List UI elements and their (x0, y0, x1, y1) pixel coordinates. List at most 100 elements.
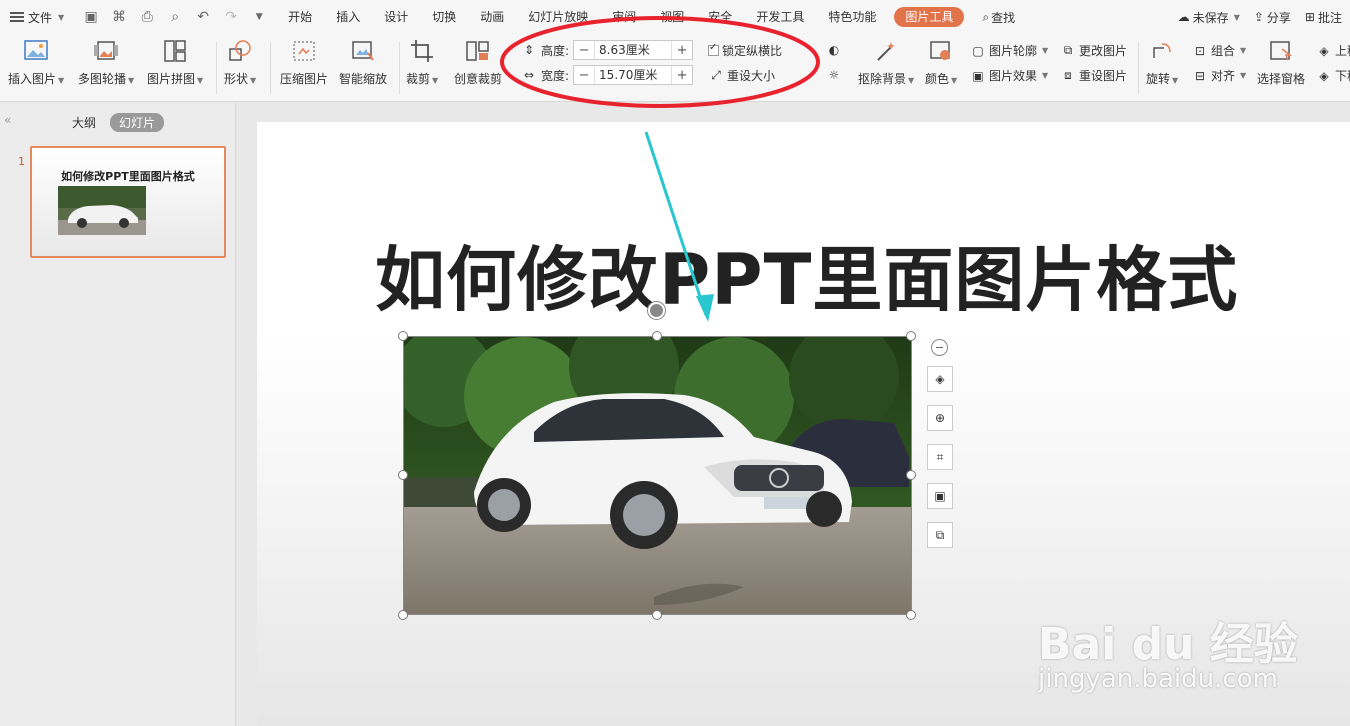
shape-icon (227, 38, 253, 64)
outline-icon: ▢ (972, 43, 984, 58)
layers-tool-button[interactable]: ◈ (927, 366, 953, 392)
decrease-height-button[interactable]: − (574, 43, 594, 58)
height-field[interactable]: − 8.63厘米 + (573, 40, 694, 60)
width-field[interactable]: − 15.70厘米 + (573, 65, 694, 85)
resize-handle-bottom-left[interactable] (398, 610, 408, 620)
tab-view[interactable]: 视图 (648, 0, 696, 34)
crop-tool-button[interactable]: ⌗ (927, 444, 953, 470)
swap-image-tool-button[interactable]: ⧉ (927, 522, 953, 548)
frame-icon: ▣ (934, 489, 946, 503)
search-button[interactable]: ⌕ 查找 (970, 9, 1027, 26)
tab-developer[interactable]: 开发工具 (744, 0, 816, 34)
separator (1138, 42, 1139, 94)
tab-security[interactable]: 安全 (696, 0, 744, 34)
reset-size-button[interactable]: ⤢ 重设大小 (708, 67, 775, 84)
reset-size-label: 重设大小 (727, 69, 776, 83)
collage-icon (162, 38, 188, 64)
creative-crop-icon (465, 38, 491, 64)
resize-handle-left[interactable] (398, 470, 408, 480)
tab-outline[interactable]: 大纲 (72, 114, 96, 131)
redo-icon[interactable]: ↷ (222, 9, 240, 25)
undo-icon[interactable]: ↶ (194, 9, 212, 25)
zoom-tool-button[interactable]: ⊕ (927, 405, 953, 431)
resize-handle-bottom-right[interactable] (906, 610, 916, 620)
file-menu[interactable]: 文件 ▼ (0, 0, 74, 34)
format-painter-icon[interactable]: ⌘ (110, 9, 128, 25)
separator (216, 42, 217, 94)
selected-car-image[interactable] (403, 336, 912, 615)
collage-button[interactable]: 图片拼图 ▼ (147, 38, 203, 87)
bring-forward-button[interactable]: ◈ 上移 (1316, 42, 1350, 59)
align-icon: ⊟ (1194, 68, 1206, 83)
rotate-button[interactable]: 旋转 ▼ (1146, 38, 1178, 87)
comment-button[interactable]: ⊞ 批注 (1305, 9, 1342, 26)
change-image-icon: ⧉ (1063, 43, 1073, 57)
send-backward-button[interactable]: ◈ 下移 (1316, 67, 1350, 84)
print-preview-icon[interactable]: ⌕ (166, 9, 184, 25)
brightness-icon: ☼ (828, 68, 840, 82)
group-button[interactable]: ⊡ 组合 ▼ (1192, 42, 1246, 59)
comment-icon: ⊞ (1304, 10, 1315, 24)
save-icon[interactable]: ▣ (82, 9, 100, 25)
shape-button[interactable]: 形状 ▼ (224, 38, 256, 87)
shape-label: 形状 (224, 72, 249, 86)
tab-home[interactable]: 开始 (276, 0, 324, 34)
tab-slides[interactable]: 幻灯片 (110, 113, 165, 132)
width-value[interactable]: 15.70厘米 (594, 66, 673, 84)
change-image-button[interactable]: ⧉ 更改图片 (1060, 42, 1127, 59)
tab-slideshow[interactable]: 幻灯片放映 (516, 0, 600, 34)
tab-review[interactable]: 审阅 (600, 0, 648, 34)
frame-tool-button[interactable]: ▣ (927, 483, 953, 509)
color-button[interactable]: 颜色 ▼ (925, 38, 957, 87)
rotate-handle-icon[interactable] (648, 302, 665, 319)
collage-label: 图片拼图 (147, 72, 196, 86)
separator (399, 42, 400, 94)
creative-crop-button[interactable]: 创意裁剪 (454, 38, 502, 87)
magic-wand-icon (873, 38, 899, 64)
increase-width-button[interactable]: + (672, 68, 692, 83)
increase-height-button[interactable]: + (672, 43, 692, 58)
brightness-button[interactable]: ☼ (826, 67, 842, 83)
slide-thumbnail[interactable]: 如何修改PPT里面图片格式 (30, 146, 226, 258)
insert-image-button[interactable]: 插入图片 ▼ (8, 38, 64, 87)
multi-carousel-button[interactable]: 多图轮播 ▼ (78, 38, 134, 87)
tab-insert[interactable]: 插入 (324, 0, 372, 34)
tab-design[interactable]: 设计 (372, 0, 420, 34)
panel-tabs: 大纲 幻灯片 (0, 113, 236, 132)
smart-zoom-button[interactable]: 智能缩放 (339, 38, 387, 87)
image-icon (23, 38, 49, 64)
align-label: 对齐 (1211, 69, 1236, 83)
resize-handle-top-left[interactable] (398, 331, 408, 341)
selection-pane-button[interactable]: 选择窗格 (1257, 38, 1305, 87)
car-photo (404, 337, 911, 614)
lock-ratio-checkbox[interactable]: 锁定纵横比 (708, 42, 782, 59)
height-value[interactable]: 8.63厘米 (594, 41, 673, 59)
crop-button[interactable]: 裁剪 ▼ (406, 38, 438, 87)
tab-picture-tools[interactable]: 图片工具 (894, 7, 965, 27)
separator (270, 42, 271, 94)
resize-handle-right[interactable] (906, 470, 916, 480)
slide-title[interactable]: 如何修改PPT里面图片格式 (375, 224, 1238, 325)
right-operations: ☁ 未保存 ▼ ⇪ 分享 ⊞ 批注 (1178, 0, 1342, 34)
tab-special[interactable]: 特色功能 (816, 0, 888, 34)
checkbox-checked-icon (708, 42, 719, 56)
decrease-width-button[interactable]: − (574, 68, 594, 83)
save-status-button[interactable]: ☁ 未保存 ▼ (1178, 9, 1240, 26)
effects-button[interactable]: ▣ 图片效果 ▼ (970, 67, 1048, 84)
reset-image-button[interactable]: ⧈ 重设图片 (1060, 67, 1127, 84)
outline-button[interactable]: ▢ 图片轮廓 ▼ (970, 42, 1048, 59)
tab-animation[interactable]: 动画 (468, 0, 516, 34)
compress-image-button[interactable]: 压缩图片 (280, 38, 328, 87)
print-icon[interactable]: ⎙ (138, 9, 156, 25)
rotate-label: 旋转 (1146, 72, 1171, 86)
resize-handle-top[interactable] (652, 331, 662, 341)
remove-background-button[interactable]: 抠除背景 ▼ (858, 38, 914, 87)
align-button[interactable]: ⊟ 对齐 ▼ (1192, 67, 1246, 84)
tab-transition[interactable]: 切换 (420, 0, 468, 34)
resize-handle-top-right[interactable] (906, 331, 916, 341)
resize-handle-bottom[interactable] (652, 610, 662, 620)
share-button[interactable]: ⇪ 分享 (1254, 9, 1291, 26)
customize-icon[interactable]: ▼ (250, 12, 268, 22)
collapse-toolbar-icon[interactable] (931, 339, 948, 356)
contrast-button[interactable]: ◐ (826, 42, 842, 58)
